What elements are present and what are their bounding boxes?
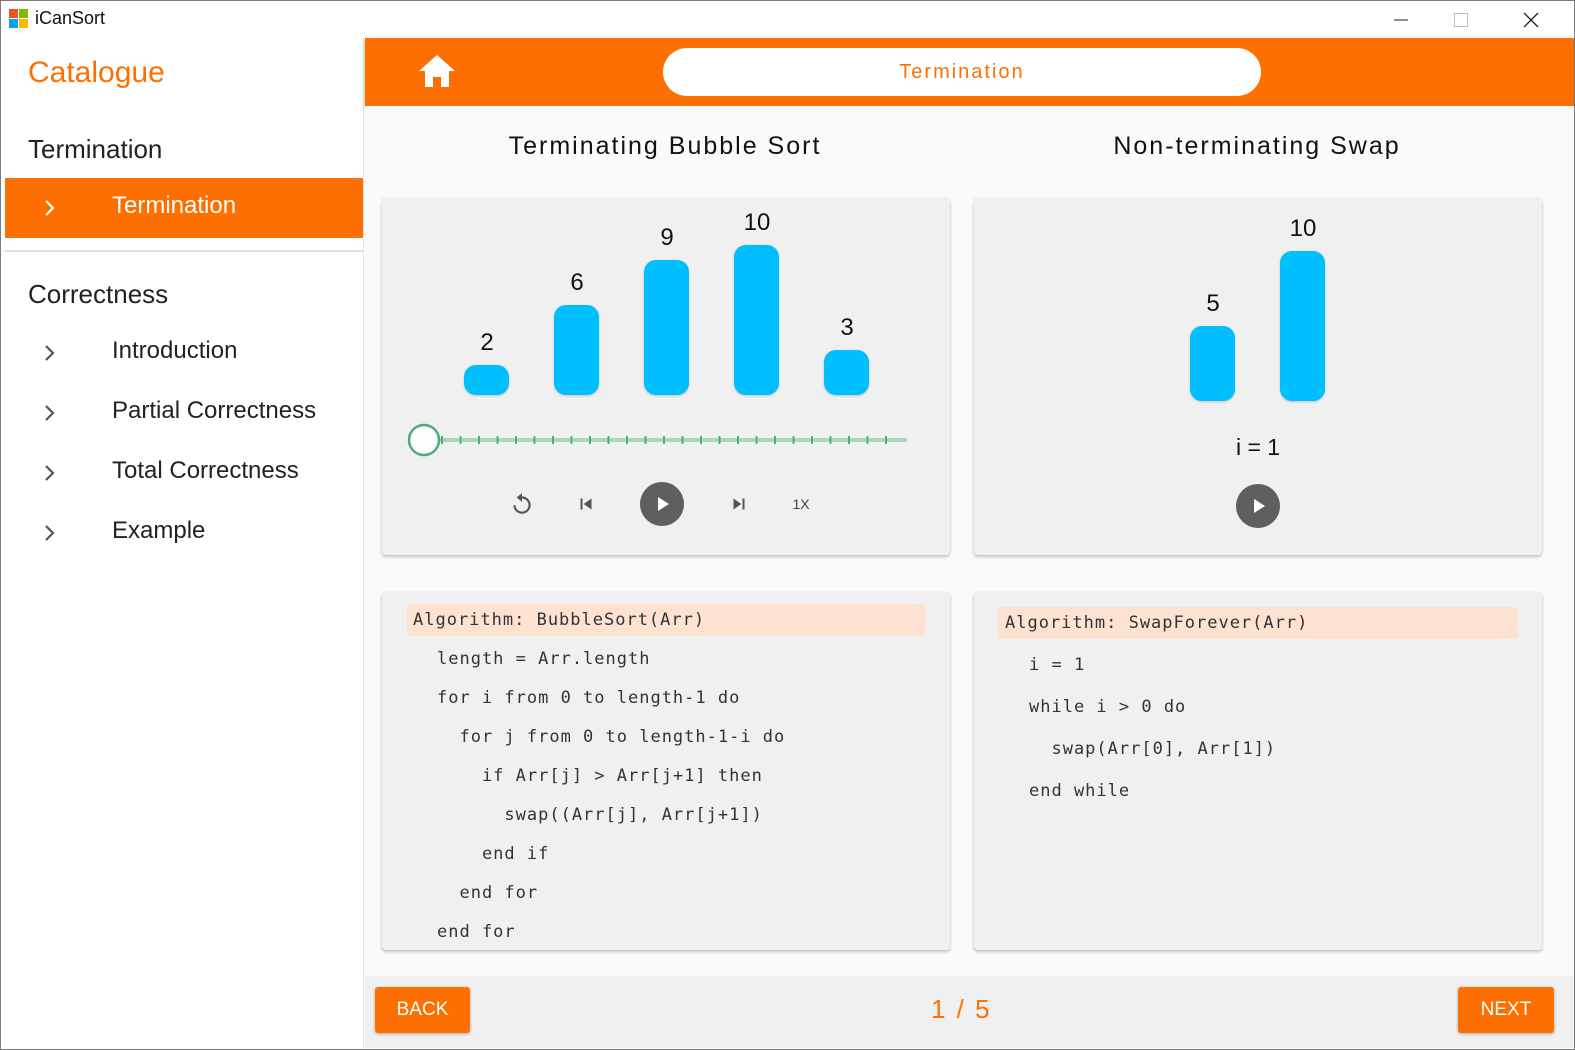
play-icon [658,497,669,511]
minimize-button[interactable] [1371,1,1431,38]
sidebar: Catalogue Termination Termination Correc… [3,38,364,1048]
chevron-right-icon [45,405,55,421]
slider-thumb[interactable] [407,423,441,457]
value-label: 6 [570,269,584,296]
sidebar-item-label: Introduction [112,337,238,364]
window-title: iCanSort [35,8,106,28]
code-line: end for [437,922,516,942]
home-icon [419,55,455,87]
step-forward-button[interactable] [725,490,753,518]
sidebar-item-termination[interactable]: Termination [5,178,363,238]
code-header-text: Algorithm: BubbleSort(Arr) [413,610,706,630]
page-title: Termination [663,48,1261,96]
code-line: while i > 0 do [1029,697,1187,717]
code-line: for i from 0 to length-1 do [437,688,741,708]
sidebar-item-partial-correctness[interactable]: Partial Correctness [5,383,363,443]
value-bar [464,365,509,395]
chevron-right-icon [45,525,55,541]
skip-next-icon [733,498,745,510]
maximize-button[interactable] [1431,1,1491,38]
code-line: i = 1 [1029,655,1086,675]
replay-button[interactable] [506,488,538,520]
value-bar [734,245,779,395]
swap-forever-code: Algorithm: SwapForever(Arr) i = 1 while … [974,592,1542,950]
sidebar-item-example[interactable]: Example [5,503,363,563]
section-title-termination: Termination [28,134,163,164]
code-line: end if [437,844,550,864]
app-window: iCanSort Catalogue Termination Terminati… [0,0,1575,1050]
value-bar [1190,326,1235,401]
footer-bar: BACK 1 / 5 NEXT [365,976,1574,1048]
app-logo-icon [9,9,29,29]
sidebar-item-introduction[interactable]: Introduction [5,323,363,383]
sidebar-item-label: Total Correctness [112,457,299,484]
value-bar [824,350,869,395]
swap-forever-visualizer: 5 10 i = 1 [974,198,1542,555]
code-line: end for [437,883,539,903]
code-header-text: Algorithm: SwapForever(Arr) [1005,613,1309,633]
replay-icon [513,493,531,514]
sidebar-item-label: Partial Correctness [112,397,317,424]
right-panel-title: Non-terminating Swap [1113,132,1401,160]
section-title-correctness: Correctness [28,279,169,309]
header-bar: Termination [365,38,1574,106]
play-icon [1254,499,1265,513]
close-button[interactable] [1501,1,1561,38]
skip-previous-icon [580,498,592,510]
home-button[interactable] [416,52,458,90]
step-back-button[interactable] [572,490,600,518]
progress-slider[interactable] [402,422,912,458]
play-button[interactable] [1236,484,1280,528]
chevron-right-icon [45,200,55,216]
left-panel-title: Terminating Bubble Sort [508,132,822,160]
sidebar-item-label: Termination [112,192,237,219]
code-line: length = Arr.length [437,649,651,669]
value-bar [644,260,689,395]
value-label: 9 [660,224,674,251]
speed-button[interactable]: 1X [784,490,818,518]
sidebar-item-label: Example [112,517,206,544]
code-line: swap((Arr[j], Arr[j+1]) [437,805,763,825]
title-bar: iCanSort [1,1,1574,38]
value-label: 10 [743,209,771,236]
chevron-right-icon [45,345,55,361]
next-button[interactable]: NEXT [1458,987,1554,1033]
bubble-sort-code: Algorithm: BubbleSort(Arr) length = Arr.… [382,592,950,950]
code-line: swap(Arr[0], Arr[1]) [1029,739,1277,759]
maximize-icon [1454,12,1468,27]
minimize-icon [1394,19,1408,20]
value-label: 5 [1206,290,1220,317]
main-content: Terminating Bubble Sort Non-terminating … [365,106,1574,976]
value-label: 10 [1289,215,1317,242]
code-line: if Arr[j] > Arr[j+1] then [437,766,763,786]
bubble-sort-visualizer: 2 6 9 10 3 1X [382,198,950,555]
close-icon [1523,12,1539,27]
code-line: end while [1029,781,1131,801]
code-line: for j from 0 to length-1-i do [437,727,786,747]
value-bar [1280,251,1325,401]
value-bar [554,305,599,395]
page-indicator: 1 / 5 [931,994,992,1024]
back-button[interactable]: BACK [375,987,470,1033]
play-button[interactable] [640,482,684,526]
sidebar-item-total-correctness[interactable]: Total Correctness [5,443,363,503]
chevron-right-icon [45,465,55,481]
loop-status: i = 1 [1235,434,1281,460]
catalogue-heading: Catalogue [28,56,165,89]
sidebar-divider [5,250,363,252]
value-label: 2 [480,329,494,356]
value-label: 3 [840,314,854,341]
